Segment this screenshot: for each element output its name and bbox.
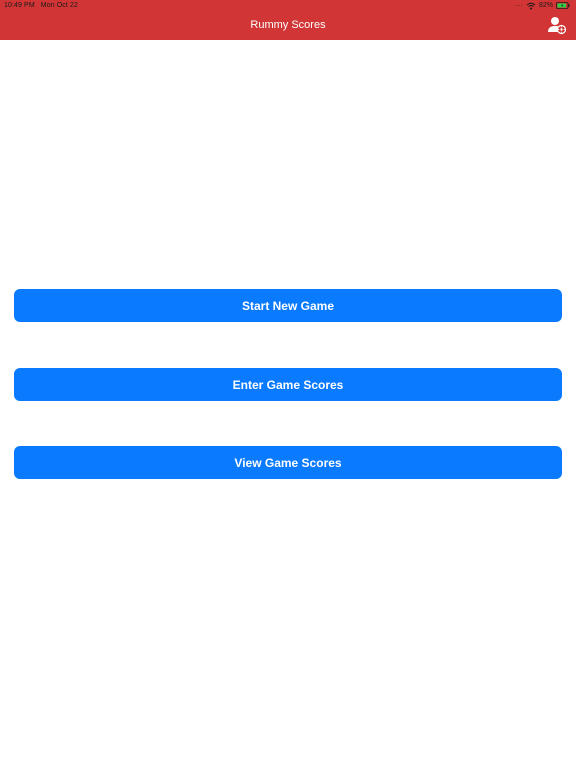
wifi-icon (526, 2, 536, 10)
navigation-bar: 10:49 PM Mon Oct 22 .... 82% Rummy Scores (0, 0, 576, 40)
page-title: Rummy Scores (250, 19, 326, 31)
start-new-game-button[interactable]: Start New Game (14, 289, 562, 322)
enter-game-scores-button[interactable]: Enter Game Scores (14, 368, 562, 401)
battery-percent: 82% (538, 2, 553, 9)
status-bar-right: .... 82% (514, 1, 570, 10)
view-game-scores-button[interactable]: View Game Scores (14, 446, 562, 479)
status-bar-left: 10:49 PM Mon Oct 22 (4, 1, 78, 10)
account-settings-icon (548, 17, 567, 35)
status-date: Mon Oct 22 (40, 2, 78, 9)
signal-dots: .... (514, 2, 523, 8)
status-time: 10:49 PM (4, 2, 35, 9)
account-settings-button[interactable] (546, 15, 568, 35)
battery-charging-icon (556, 2, 570, 9)
